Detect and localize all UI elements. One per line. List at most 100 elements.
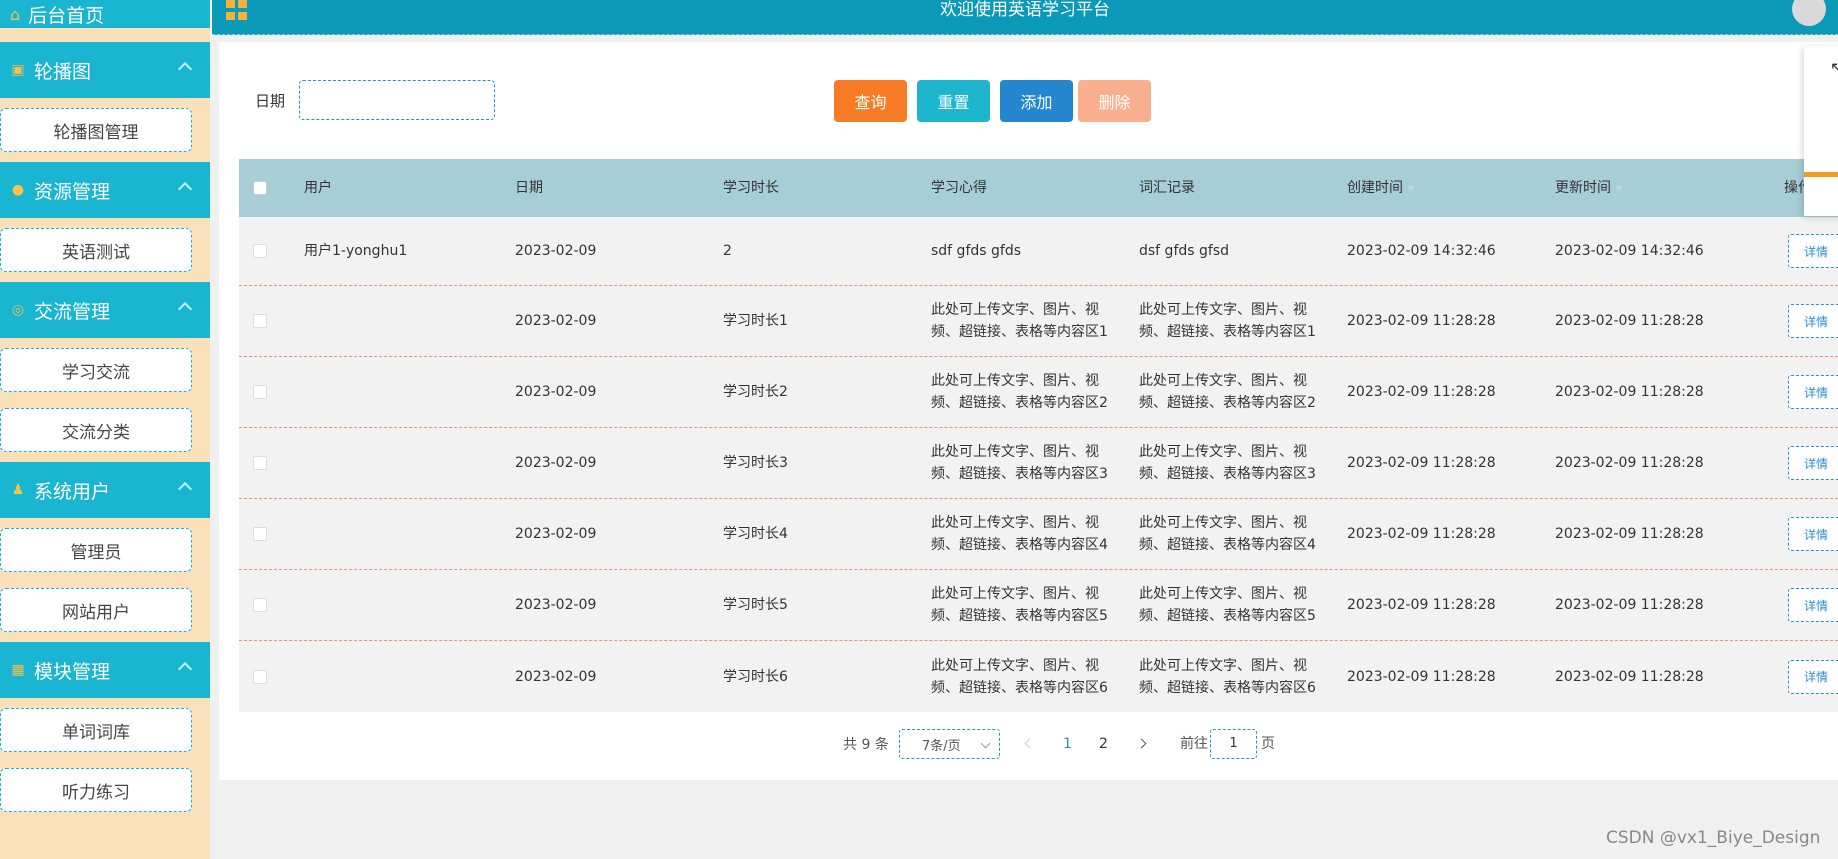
col-notes: 学习心得 xyxy=(931,180,987,196)
detail-button[interactable]: 详情 xyxy=(1788,517,1838,551)
cell-vocab: 此处可上传文字、图片、视频、超链接、表格等内容区4 xyxy=(1139,515,1316,553)
add-button[interactable]: 添加 xyxy=(1000,80,1073,122)
chevron-up-icon xyxy=(177,181,193,197)
detail-button[interactable]: 详情 xyxy=(1788,375,1838,409)
cell-notes: 此处可上传文字、图片、视频、超链接、表格等内容区2 xyxy=(931,373,1108,411)
page-number-1[interactable]: 1 xyxy=(1063,729,1072,759)
col-created[interactable]: 创建时间 xyxy=(1347,159,1415,217)
watermark: CSDN @vx1_Biye_Design xyxy=(1606,828,1821,848)
detail-button[interactable]: 详情 xyxy=(1788,659,1838,694)
cell-created: 2023-02-09 11:28:28 xyxy=(1347,668,1496,685)
cell-user xyxy=(304,641,504,712)
sidebar-group-carousel[interactable]: ▣ 轮播图 xyxy=(0,42,210,98)
col-user: 用户 xyxy=(304,180,332,196)
table-row: 2023-02-09 学习时长6 此处可上传文字、图片、视频、超链接、表格等内容区6… xyxy=(239,641,1838,712)
row-checkbox[interactable] xyxy=(253,598,267,612)
sidebar-item-site-users[interactable]: 网站用户 xyxy=(0,588,192,632)
col-updated[interactable]: 更新时间 xyxy=(1555,159,1623,217)
date-filter-input[interactable] xyxy=(299,80,495,120)
sidebar-home[interactable]: ⌂ 后台首页 xyxy=(0,0,210,28)
reset-button[interactable]: 重置 xyxy=(917,80,990,122)
sidebar-item-admin[interactable]: 管理员 xyxy=(0,528,192,572)
page-number-2[interactable]: 2 xyxy=(1099,729,1108,759)
sidebar-group-communication[interactable]: ◎ 交流管理 xyxy=(0,282,210,338)
table-header: 用户 日期 学习时长 学习心得 词汇记录 创建时间 更新时间 操作 xyxy=(239,159,1838,217)
user-dropdown-menu: ↖ xyxy=(1804,46,1838,216)
goto-page-input[interactable]: 1 xyxy=(1210,729,1257,759)
sidebar-item-exchange-category[interactable]: 交流分类 xyxy=(0,408,192,452)
sidebar-group-label: 系统用户 xyxy=(34,480,111,503)
cell-created: 2023-02-09 11:28:28 xyxy=(1347,526,1496,542)
cell-created: 2023-02-09 11:28:28 xyxy=(1347,384,1496,400)
cell-notes: 此处可上传文字、图片、视频、超链接、表格等内容区6 xyxy=(931,657,1108,696)
select-all-checkbox[interactable] xyxy=(253,181,267,195)
chevron-up-icon xyxy=(177,481,193,497)
cell-vocab: dsf gfds gfsd xyxy=(1139,243,1230,259)
avatar[interactable] xyxy=(1792,0,1826,26)
cell-duration: 学习时长6 xyxy=(723,668,788,685)
cell-duration: 学习时长1 xyxy=(723,313,788,329)
row-checkbox[interactable] xyxy=(253,456,267,470)
detail-button[interactable]: 详情 xyxy=(1788,234,1838,268)
sidebar-item-carousel-manage[interactable]: 轮播图管理 xyxy=(0,108,192,152)
cell-updated: 2023-02-09 11:28:28 xyxy=(1555,455,1704,471)
page-title: 欢迎使用英语学习平台 xyxy=(940,0,1110,20)
sidebar-group-modules[interactable]: ▦ 模块管理 xyxy=(0,642,210,698)
sort-icon[interactable] xyxy=(1615,185,1623,191)
page-size-value: 7条/页 xyxy=(922,738,961,754)
cell-user xyxy=(304,286,504,356)
page-size-select[interactable]: 7条/页 xyxy=(899,729,1000,759)
top-header: 欢迎使用英语学习平台 xyxy=(212,0,1838,35)
col-duration: 学习时长 xyxy=(723,180,779,196)
sidebar-group-system-users[interactable]: ♟ 系统用户 xyxy=(0,462,210,518)
table-row: 2023-02-09 学习时长2 此处可上传文字、图片、视频、超链接、表格等内容区2… xyxy=(239,357,1838,428)
cell-notes: 此处可上传文字、图片、视频、超链接、表格等内容区1 xyxy=(931,302,1108,340)
delete-button[interactable]: 删除 xyxy=(1078,80,1151,122)
menu-active-indicator xyxy=(1804,172,1838,177)
query-button[interactable]: 查询 xyxy=(834,80,907,122)
cell-duration: 学习时长5 xyxy=(723,597,788,613)
row-checkbox[interactable] xyxy=(253,244,267,258)
cell-notes: sdf gfds gfds xyxy=(931,243,1022,259)
home-icon: ⌂ xyxy=(10,4,21,24)
sidebar-item-word-bank[interactable]: 单词词库 xyxy=(0,708,192,752)
cell-date: 2023-02-09 xyxy=(515,313,597,329)
col-date: 日期 xyxy=(515,180,543,196)
cell-vocab: 此处可上传文字、图片、视频、超链接、表格等内容区5 xyxy=(1139,586,1316,624)
page-suffix: 页 xyxy=(1261,736,1275,752)
cell-date: 2023-02-09 xyxy=(515,455,597,471)
row-checkbox[interactable] xyxy=(253,527,267,541)
cell-notes: 此处可上传文字、图片、视频、超链接、表格等内容区3 xyxy=(931,444,1108,482)
cell-user xyxy=(304,499,504,569)
table-body: 用户1-yonghu1 2023-02-09 2 sdf gfds gfds dsf g… xyxy=(239,217,1838,712)
chevron-down-icon xyxy=(980,738,991,749)
detail-button[interactable]: 详情 xyxy=(1788,588,1838,622)
row-checkbox[interactable] xyxy=(253,385,267,399)
cell-date: 2023-02-09 xyxy=(515,384,597,400)
cell-date: 2023-02-09 xyxy=(515,526,597,542)
sidebar-group-resources[interactable]: ● 资源管理 xyxy=(0,162,210,218)
sidebar-item-listening[interactable]: 听力练习 xyxy=(0,768,192,812)
detail-button[interactable]: 详情 xyxy=(1788,304,1838,338)
cell-updated: 2023-02-09 11:28:28 xyxy=(1555,526,1704,542)
cell-vocab: 此处可上传文字、图片、视频、超链接、表格等内容区3 xyxy=(1139,444,1316,482)
row-checkbox[interactable] xyxy=(253,314,267,328)
table-row: 2023-02-09 学习时长4 此处可上传文字、图片、视频、超链接、表格等内容区4… xyxy=(239,499,1838,570)
col-vocab: 词汇记录 xyxy=(1139,180,1195,196)
cell-date: 2023-02-09 xyxy=(515,597,597,613)
cell-duration: 2 xyxy=(723,243,732,259)
cell-duration: 学习时长4 xyxy=(723,526,788,542)
cursor-icon: ↖ xyxy=(1830,58,1838,77)
chat-icon: ◎ xyxy=(11,302,25,318)
row-checkbox[interactable] xyxy=(253,669,267,684)
cell-created: 2023-02-09 11:28:28 xyxy=(1347,313,1496,329)
cell-created: 2023-02-09 11:28:28 xyxy=(1347,597,1496,613)
sidebar-item-english-test[interactable]: 英语测试 xyxy=(0,228,192,272)
sidebar-group-label: 交流管理 xyxy=(34,300,111,323)
cell-notes: 此处可上传文字、图片、视频、超链接、表格等内容区5 xyxy=(931,586,1108,624)
image-icon: ▣ xyxy=(11,62,25,78)
chevron-up-icon xyxy=(177,61,193,77)
sidebar-item-study-exchange[interactable]: 学习交流 xyxy=(0,348,192,392)
sort-icon[interactable] xyxy=(1407,185,1415,191)
detail-button[interactable]: 详情 xyxy=(1788,446,1838,480)
